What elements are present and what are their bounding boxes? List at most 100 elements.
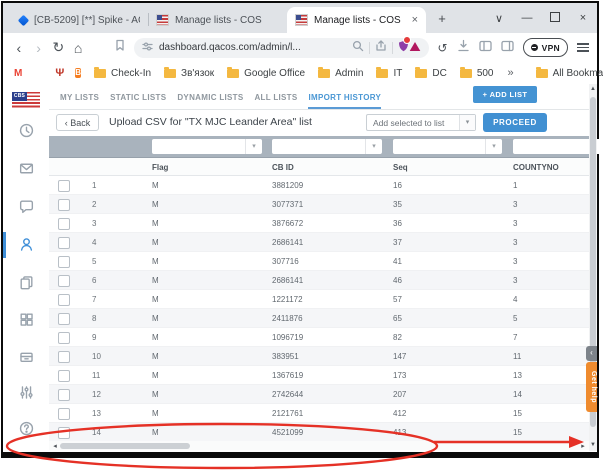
nav-tab-dynamic-lists[interactable]: DYNAMIC LISTS — [177, 93, 243, 109]
maximize-button[interactable] — [541, 12, 569, 25]
help-icon[interactable] — [18, 420, 35, 437]
scroll-up-icon[interactable]: ▲ — [589, 86, 597, 92]
collapse-help-icon[interactable]: ‹ — [586, 346, 597, 361]
download-icon[interactable] — [457, 39, 470, 57]
table-row[interactable]: 5M307716413 — [49, 252, 589, 271]
row-skip-checkbox[interactable] — [58, 370, 70, 382]
table-row[interactable]: 13M212176141215 — [49, 404, 589, 423]
cbs-logo[interactable]: CBS — [12, 92, 40, 109]
reload-icon[interactable]: ↻ — [49, 39, 69, 56]
grid-icon[interactable] — [18, 311, 35, 328]
zoom-icon[interactable] — [352, 39, 364, 57]
shield-extension-icon[interactable] — [398, 39, 409, 57]
copy-icon[interactable] — [18, 274, 35, 291]
browser-tab-1[interactable]: [CB-5209] [**] Spike - ACTION — [9, 7, 148, 33]
table-row[interactable]: 12M274264420714 — [49, 385, 589, 404]
clock-icon[interactable] — [18, 122, 35, 139]
menu-icon[interactable] — [577, 41, 589, 54]
row-skip-checkbox[interactable] — [58, 332, 70, 344]
chat-icon[interactable] — [18, 198, 35, 215]
row-skip-checkbox[interactable] — [58, 275, 70, 287]
row-skip-checkbox[interactable] — [58, 180, 70, 192]
bookmarks-overflow-icon[interactable]: » — [508, 67, 514, 79]
table-row[interactable]: 3M3876672363 — [49, 214, 589, 233]
nav-tab-import-history[interactable]: IMPORT HISTORY — [308, 93, 381, 109]
url-text[interactable]: dashboard.qacos.com/admin/l... — [159, 42, 346, 53]
back-icon[interactable]: ‹ — [9, 40, 29, 56]
table-row[interactable]: 4M2686141373 — [49, 233, 589, 252]
bookmark-folder-4[interactable]: Admin — [318, 68, 363, 79]
side-panel-icon[interactable] — [501, 39, 514, 57]
row-skip-checkbox[interactable] — [58, 256, 70, 268]
horizontal-scrollbar[interactable]: ◂ ▸ — [49, 441, 589, 450]
row-skip-checkbox[interactable] — [58, 294, 70, 306]
add-list-button[interactable]: + ADD LIST — [473, 86, 537, 103]
site-settings-icon[interactable] — [142, 39, 153, 57]
proceed-button[interactable]: PROCEED — [483, 113, 547, 132]
page-title: Upload CSV for "TX MJC Leander Area" lis… — [109, 116, 312, 128]
bookmark-folder-3[interactable]: Google Office — [227, 68, 305, 79]
nav-tab-static-lists[interactable]: STATIC LISTS — [110, 93, 166, 109]
all-bookmarks-button[interactable]: All Bookmarks — [536, 68, 603, 79]
row-skip-checkbox[interactable] — [58, 218, 70, 230]
table-row[interactable]: 1M3881209161 — [49, 176, 589, 195]
sliders-icon[interactable] — [18, 384, 35, 401]
blogger-bookmark-icon[interactable]: B — [75, 68, 81, 78]
bookmark-folder-5[interactable]: IT — [376, 68, 402, 79]
row-skip-checkbox[interactable] — [58, 199, 70, 211]
new-tab-button[interactable]: + — [434, 11, 450, 27]
extension-swirl-icon[interactable]: ↺ — [438, 41, 448, 55]
bookmark-folder-7[interactable]: 500 — [460, 68, 494, 79]
row-skip-checkbox[interactable] — [58, 408, 70, 420]
browser-tab-2[interactable]: Manage lists - COS — [148, 7, 287, 33]
column-map-select-1[interactable]: ▾ — [152, 139, 262, 154]
home-icon[interactable]: ⌂ — [68, 40, 88, 56]
forward-icon[interactable]: › — [29, 40, 49, 56]
scroll-right-icon[interactable]: ▸ — [577, 442, 589, 450]
scrollbar-corner-down-icon[interactable]: ▼ — [589, 441, 597, 450]
omnibox[interactable]: dashboard.qacos.com/admin/l... — [134, 38, 429, 58]
row-number: 5 — [92, 257, 96, 266]
table-row[interactable]: 7M1221172574 — [49, 290, 589, 309]
bookmark-icon[interactable] — [114, 39, 126, 57]
nav-tab-my-lists[interactable]: MY LISTS — [60, 93, 99, 109]
bookmark-folder-1[interactable]: Check-In — [94, 68, 151, 79]
split-view-icon[interactable] — [479, 39, 492, 57]
table-row[interactable]: 2M3077371353 — [49, 195, 589, 214]
bookmark-folder-6[interactable]: DC — [415, 68, 446, 79]
tab-close-icon[interactable]: × — [412, 15, 418, 25]
column-map-select-3[interactable]: ▾ — [393, 139, 502, 154]
pin-bookmark-icon[interactable]: Ψ — [55, 67, 64, 79]
get-help-tab[interactable]: Get help — [586, 362, 597, 412]
row-skip-checkbox[interactable] — [58, 313, 70, 325]
cell-flag: M — [152, 390, 159, 399]
users-icon[interactable] — [18, 236, 35, 253]
bookmark-folder-2[interactable]: Зв'язок — [164, 68, 214, 79]
close-window-button[interactable]: × — [569, 12, 597, 24]
table-row[interactable]: 9M1096719827 — [49, 328, 589, 347]
mail-icon[interactable] — [18, 160, 35, 177]
back-button[interactable]: ‹ Back — [56, 114, 99, 131]
minimize-button[interactable]: — — [513, 12, 541, 24]
cell-cb-id: 4521099 — [272, 428, 303, 437]
table-row[interactable]: 14M452109941315 — [49, 423, 589, 442]
archive-icon[interactable] — [18, 348, 35, 365]
row-skip-checkbox[interactable] — [58, 427, 70, 439]
jira-bookmark-icon[interactable] — [42, 70, 48, 76]
horizontal-scrollbar-thumb[interactable] — [60, 443, 190, 449]
table-row[interactable]: 10M38395114711 — [49, 347, 589, 366]
share-icon[interactable] — [375, 39, 387, 57]
vpn-button[interactable]: VPN — [523, 38, 568, 57]
browser-tab-3[interactable]: Manage lists - COS× — [287, 7, 426, 33]
row-skip-checkbox[interactable] — [58, 389, 70, 401]
column-map-select-2[interactable]: ▾ — [272, 139, 382, 154]
row-skip-checkbox[interactable] — [58, 237, 70, 249]
tab-search-icon[interactable]: ∨ — [485, 12, 513, 25]
gmail-bookmark-icon[interactable]: M — [14, 68, 22, 79]
add-selected-dropdown[interactable]: Add selected to list ▾ — [366, 114, 476, 131]
row-skip-checkbox[interactable] — [58, 351, 70, 363]
nav-tab-all-lists[interactable]: ALL LISTS — [254, 93, 297, 109]
table-row[interactable]: 6M2686141463 — [49, 271, 589, 290]
table-row[interactable]: 11M136761917313 — [49, 366, 589, 385]
table-row[interactable]: 8M2411876655 — [49, 309, 589, 328]
